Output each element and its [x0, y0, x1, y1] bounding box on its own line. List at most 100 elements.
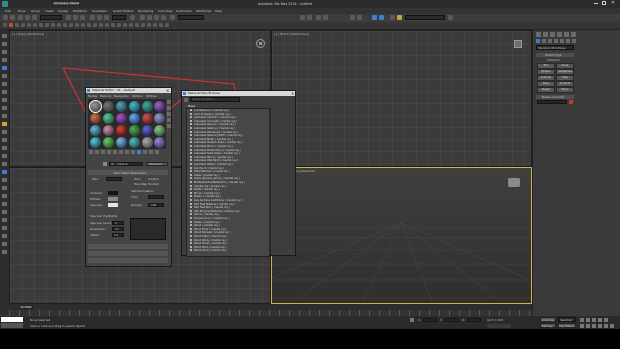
menu-item[interactable]: Modes — [88, 94, 97, 98]
spacewarps-icon[interactable] — [566, 39, 570, 43]
material-slot[interactable] — [116, 125, 127, 136]
x-field[interactable] — [423, 318, 437, 322]
material-slot[interactable] — [103, 113, 114, 124]
cameras-icon[interactable] — [554, 39, 558, 43]
reset-map-icon[interactable] — [107, 150, 111, 154]
pan-icon[interactable] — [598, 324, 602, 328]
put-to-library-icon[interactable] — [125, 150, 129, 154]
go-start-icon[interactable] — [580, 318, 584, 322]
menu-item[interactable]: Options — [132, 94, 143, 98]
go-sibling-icon[interactable] — [155, 150, 159, 154]
geometry-icon[interactable] — [536, 39, 540, 43]
material-map-browser[interactable]: Material/Map Browser ✕ - Maps Architectu… — [181, 90, 296, 257]
hierarchy-tab-icon[interactable] — [550, 32, 555, 37]
backlight-icon[interactable] — [167, 106, 171, 110]
material-slot[interactable] — [103, 137, 114, 148]
unique-icon[interactable] — [119, 150, 123, 154]
zoom-icon[interactable] — [580, 324, 584, 328]
face-map-checkbox[interactable]: Face Map — [134, 182, 147, 186]
utilities-tab-icon[interactable] — [571, 32, 576, 37]
menu-item[interactable]: Utilities — [146, 94, 157, 98]
rollout-header[interactable] — [88, 258, 168, 263]
wire-checkbox[interactable]: Wire — [134, 177, 140, 181]
material-slot[interactable] — [142, 113, 153, 124]
display-tab-icon[interactable] — [564, 32, 569, 37]
rollout-header[interactable] — [88, 251, 168, 256]
play-icon[interactable] — [592, 318, 596, 322]
faceted-checkbox[interactable]: Faceted — [148, 182, 159, 186]
systems-icon[interactable] — [572, 39, 576, 43]
close-icon[interactable]: ✕ — [166, 88, 169, 93]
maximize-viewport-icon[interactable] — [610, 324, 614, 328]
diffuse-swatch[interactable] — [108, 197, 118, 201]
modify-tab-icon[interactable] — [543, 32, 548, 37]
material-slot[interactable] — [154, 113, 165, 124]
show-map-icon[interactable] — [137, 150, 141, 154]
ambient-swatch[interactable] — [108, 191, 118, 195]
browser-options-icon[interactable] — [184, 98, 188, 102]
material-slot[interactable] — [90, 137, 101, 148]
search-input[interactable] — [190, 97, 240, 102]
lights-icon[interactable] — [548, 39, 552, 43]
background-icon[interactable] — [167, 112, 171, 116]
lock-icon[interactable] — [410, 318, 414, 322]
material-slot[interactable] — [116, 137, 127, 148]
material-slot[interactable] — [103, 101, 114, 112]
sample-type-icon[interactable] — [167, 100, 171, 104]
menu-item[interactable]: Navigation — [114, 94, 129, 98]
copy-material-icon[interactable] — [113, 150, 117, 154]
prev-frame-icon[interactable] — [586, 318, 590, 322]
close-icon[interactable]: ✕ — [291, 91, 294, 96]
spec-level-field[interactable] — [112, 221, 124, 225]
self-illum-field[interactable] — [148, 195, 164, 199]
go-parent-icon[interactable] — [149, 150, 153, 154]
next-frame-icon[interactable] — [598, 318, 602, 322]
pick-material-icon[interactable] — [103, 162, 107, 166]
material-slot[interactable] — [154, 125, 165, 136]
material-slot[interactable] — [154, 101, 165, 112]
material-slot[interactable] — [116, 101, 127, 112]
material-slot[interactable] — [142, 101, 153, 112]
material-slot[interactable] — [129, 137, 140, 148]
autogrid-checkbox[interactable]: AutoGrid — [547, 58, 559, 62]
zoom-extents-icon[interactable] — [592, 324, 596, 328]
shader-dropdown[interactable] — [106, 177, 122, 181]
plane-button[interactable]: Plane — [556, 87, 574, 93]
color-checkbox[interactable]: Color — [131, 195, 138, 199]
uv-tiling-icon[interactable] — [167, 118, 171, 122]
material-slot[interactable] — [116, 113, 127, 124]
material-slot[interactable] — [90, 125, 101, 136]
video-color-icon[interactable] — [167, 124, 171, 128]
add-time-tag[interactable] — [487, 324, 511, 328]
object-name-field[interactable] — [537, 100, 567, 104]
material-slot[interactable] — [90, 113, 101, 124]
helpers-icon[interactable] — [560, 39, 564, 43]
material-editor-window[interactable]: Material Editor - 01 - Default ✕ Modes M… — [85, 87, 172, 267]
material-slot[interactable] — [154, 137, 165, 148]
material-slot[interactable] — [129, 125, 140, 136]
rollout-header[interactable] — [88, 244, 168, 249]
material-slot[interactable] — [89, 100, 102, 113]
go-end-icon[interactable] — [604, 318, 608, 322]
z-field[interactable] — [467, 318, 481, 322]
assign-material-icon[interactable] — [101, 150, 105, 154]
teapot-button[interactable]: Teapot — [537, 87, 555, 93]
maxscript-listener[interactable] — [1, 317, 23, 322]
list-item[interactable]: Wood Deck ( mental ray ) — [190, 249, 227, 253]
object-color-swatch[interactable] — [569, 100, 573, 104]
shapes-icon[interactable] — [542, 39, 546, 43]
material-id-icon[interactable] — [131, 150, 135, 154]
get-material-icon[interactable] — [89, 150, 93, 154]
put-to-scene-icon[interactable] — [95, 150, 99, 154]
show-end-result-icon[interactable] — [143, 150, 147, 154]
menu-item[interactable]: Material — [100, 94, 111, 98]
material-slot[interactable] — [129, 113, 140, 124]
specular-swatch[interactable] — [108, 203, 118, 207]
scrollbar[interactable] — [269, 108, 271, 255]
zoom-all-icon[interactable] — [586, 324, 590, 328]
material-slot[interactable] — [142, 125, 153, 136]
motion-tab-icon[interactable] — [557, 32, 562, 37]
two-sided-checkbox[interactable]: 2-Sided — [148, 177, 159, 181]
y-field[interactable] — [445, 318, 459, 322]
material-slot[interactable] — [142, 137, 153, 148]
